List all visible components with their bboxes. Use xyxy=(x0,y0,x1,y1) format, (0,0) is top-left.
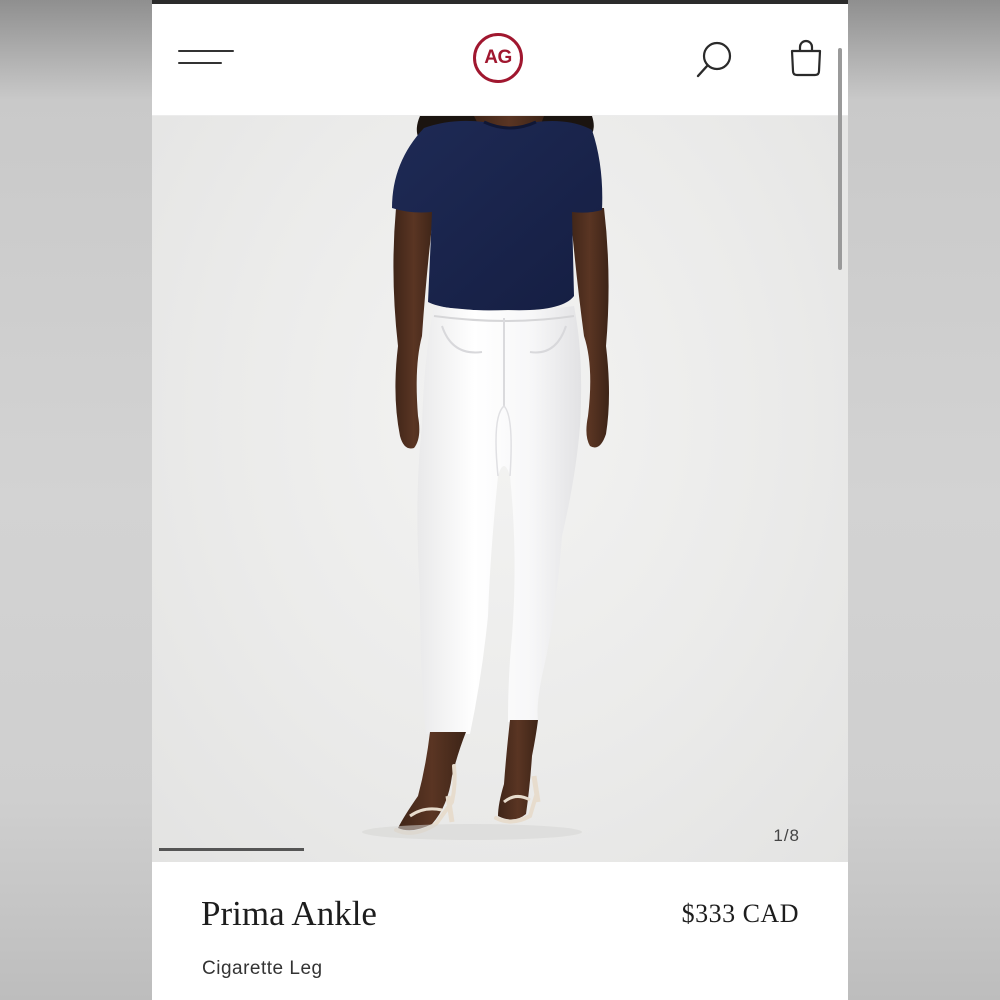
product-info: Prima Ankle $333 CAD Cigarette Leg xyxy=(152,862,848,1000)
gallery-counter: 1/8 xyxy=(773,826,800,845)
model-photo xyxy=(362,116,609,840)
gallery-progress-fill xyxy=(159,848,304,851)
product-price: $333 CAD xyxy=(681,899,799,928)
product-image[interactable] xyxy=(152,116,848,862)
brand-logo-text: AG xyxy=(484,47,512,68)
product-fit: Cigarette Leg xyxy=(202,958,323,979)
shopping-bag-icon[interactable] xyxy=(789,39,823,77)
gallery-progress xyxy=(159,848,839,852)
product-title: Prima Ankle xyxy=(201,894,377,933)
backdrop-left xyxy=(0,0,152,1000)
backdrop-right xyxy=(848,0,1000,1000)
page-scrollbar[interactable] xyxy=(838,48,842,270)
product-page: AG 1/8 Prima Ankle $333 CAD Cigarette Le… xyxy=(152,0,848,1000)
hamburger-icon[interactable] xyxy=(178,50,236,72)
search-icon[interactable] xyxy=(695,40,733,80)
brand-logo[interactable]: AG xyxy=(473,33,523,83)
site-header: AG xyxy=(152,4,848,116)
